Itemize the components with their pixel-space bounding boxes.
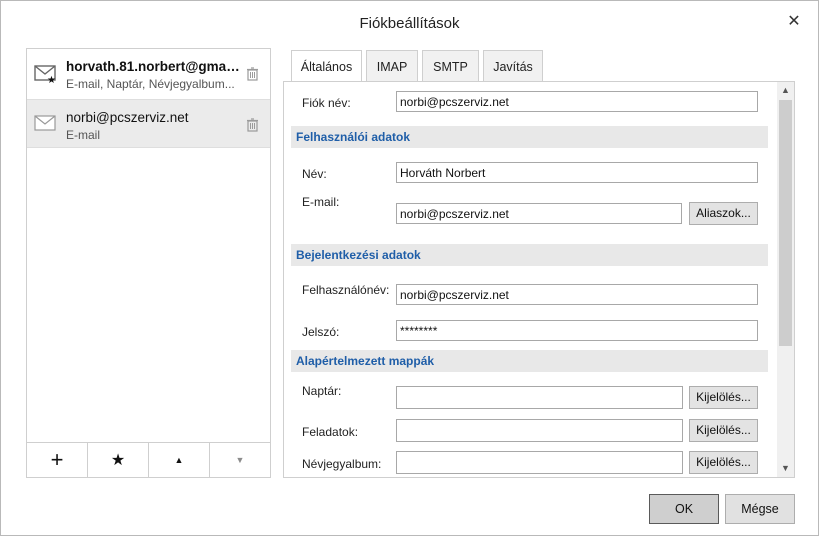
user-data-section-header: Felhasználói adatok — [291, 126, 768, 148]
username-field[interactable] — [396, 284, 758, 305]
calendar-label: Naptár: — [302, 384, 342, 398]
contacts-label: Névjegyalbum: — [302, 457, 382, 471]
email-field[interactable] — [396, 203, 682, 224]
tasks-label: Feladatok: — [302, 425, 359, 439]
set-default-star-button[interactable]: ★ — [88, 443, 149, 477]
move-down-button[interactable]: ▼ — [210, 443, 270, 477]
general-settings-pane: Fiók név: Felhasználói adatok Név: E-mai… — [283, 81, 795, 478]
trash-icon[interactable] — [246, 67, 259, 81]
account-item-gmail[interactable]: ★ horvath.81.norbert@gmail... E-mail, Na… — [27, 49, 270, 98]
name-field[interactable] — [396, 162, 758, 183]
ok-button[interactable]: OK — [649, 494, 719, 524]
tab-smtp[interactable]: SMTP — [422, 50, 479, 81]
account-item-pcszerviz[interactable]: norbi@pcszerviz.net E-mail — [27, 99, 270, 148]
account-name-label: Fiók név: — [302, 96, 351, 110]
trash-icon[interactable] — [246, 118, 259, 132]
tab-general[interactable]: Általános — [291, 50, 362, 83]
account-name: norbi@pcszerviz.net — [66, 110, 189, 125]
calendar-select-button[interactable]: Kijelölés... — [689, 386, 758, 409]
account-subtitle: E-mail, Naptár, Névjegyalbum... — [66, 77, 235, 91]
aliases-button[interactable]: Aliaszok... — [689, 202, 758, 225]
accounts-toolbar: + ★ ▲ ▼ — [27, 442, 270, 477]
vertical-scrollbar[interactable]: ▲ ▼ — [777, 82, 794, 477]
account-name-field[interactable] — [396, 91, 758, 112]
scroll-up-icon[interactable]: ▲ — [777, 82, 794, 99]
default-star-icon: ★ — [47, 75, 56, 86]
email-label: E-mail: — [302, 195, 340, 209]
contacts-select-button[interactable]: Kijelölés... — [689, 451, 758, 474]
close-icon[interactable]: ✕ — [784, 12, 804, 32]
mail-icon — [34, 115, 56, 131]
tab-imap[interactable]: IMAP — [366, 50, 418, 81]
dialog-title: Fiókbeállítások — [359, 15, 460, 32]
tasks-field[interactable] — [396, 419, 683, 442]
name-label: Név: — [302, 167, 327, 181]
settings-tabs: Általános IMAP SMTP Javítás — [291, 50, 547, 83]
password-field[interactable] — [396, 320, 758, 341]
move-up-button[interactable]: ▲ — [149, 443, 210, 477]
tasks-select-button[interactable]: Kijelölés... — [689, 419, 758, 442]
account-subtitle: E-mail — [66, 128, 101, 142]
scroll-down-icon[interactable]: ▼ — [777, 460, 794, 477]
login-data-section-header: Bejelentkezési adatok — [291, 244, 768, 266]
account-settings-dialog: Fiókbeállítások ✕ ★ horvath.81.norbert@g… — [0, 0, 819, 536]
username-label: Felhasználónév: — [302, 283, 390, 297]
calendar-field[interactable] — [396, 386, 683, 409]
scrollbar-thumb[interactable] — [779, 100, 792, 346]
password-label: Jelszó: — [302, 325, 340, 339]
accounts-list: ★ horvath.81.norbert@gmail... E-mail, Na… — [26, 48, 271, 478]
add-account-button[interactable]: + — [27, 443, 88, 477]
cancel-button[interactable]: Mégse — [725, 494, 795, 524]
default-folders-section-header: Alapértelmezett mappák — [291, 350, 768, 372]
contacts-field[interactable] — [396, 451, 683, 474]
account-name: horvath.81.norbert@gmail... — [66, 59, 241, 74]
tab-repair[interactable]: Javítás — [483, 50, 543, 81]
